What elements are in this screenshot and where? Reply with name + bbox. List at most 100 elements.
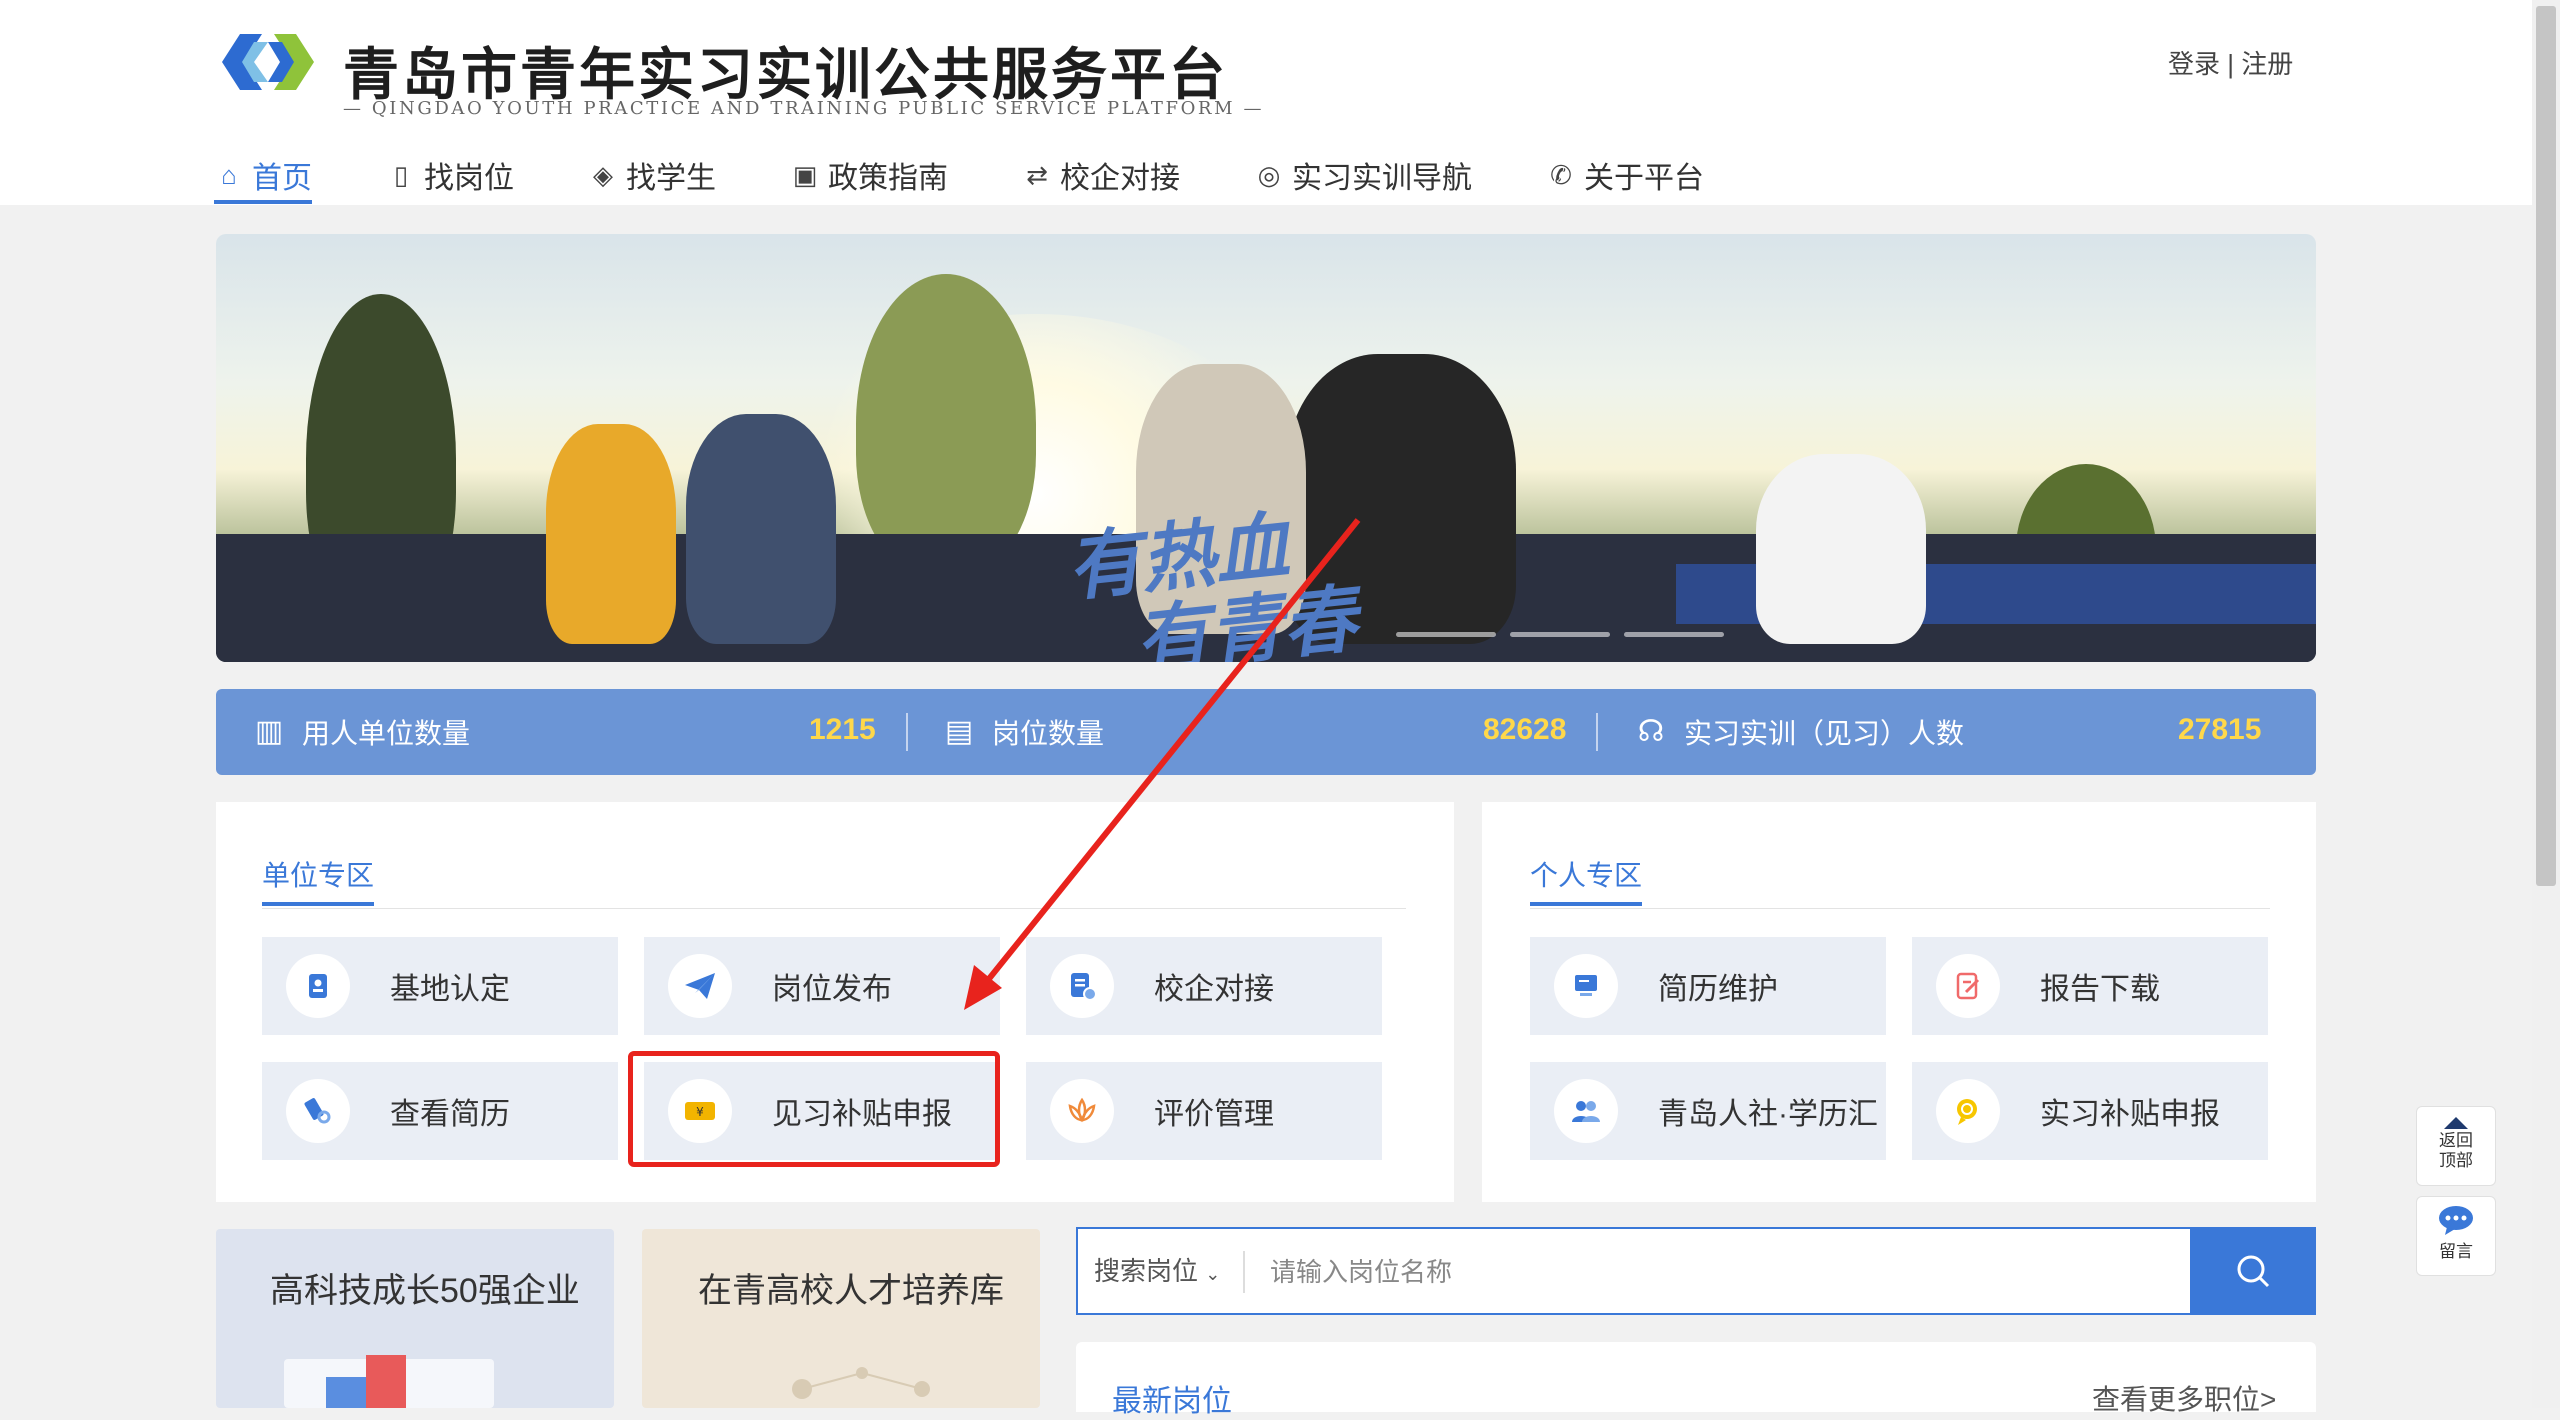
stat-interns-value: 27815: [2178, 713, 2262, 746]
policy-icon: ▣: [792, 160, 818, 190]
tile-label: 报告下载: [2040, 973, 2160, 1006]
card-title: 高科技成长50强企业: [270, 1272, 580, 1310]
tile-post-job[interactable]: 岗位发布: [644, 937, 1000, 1035]
nav-find-job[interactable]: ▯ 找岗位: [386, 150, 514, 200]
tile-label: 查看简历: [390, 1098, 510, 1131]
card-hightech-50[interactable]: 高科技成长50强企业: [216, 1229, 614, 1408]
carousel-indicators: [1396, 632, 1724, 637]
nav-about-label: 关于平台: [1584, 162, 1704, 195]
nav-home-label: 首页: [252, 162, 312, 195]
users-icon: [1554, 1079, 1618, 1143]
network-illustration: [792, 1367, 930, 1399]
back-to-top-button[interactable]: 返回 顶部: [2416, 1106, 2496, 1186]
nav-guide[interactable]: ◎ 实习实训导航: [1254, 150, 1472, 200]
nav-find-student-label: 找学生: [626, 162, 716, 195]
latest-jobs-panel: 最新岗位 查看更多职位>: [1076, 1342, 2316, 1418]
paper-plane-icon: [668, 954, 732, 1018]
stat-positions-value: 82628: [1483, 713, 1567, 746]
register-link[interactable]: 注册: [2241, 49, 2293, 79]
message-button[interactable]: 留言: [2416, 1196, 2496, 1276]
back-to-top-line2: 顶部: [2439, 1151, 2473, 1170]
tile-base-certification[interactable]: 基地认定: [262, 937, 618, 1035]
panel-divider: [1530, 908, 2270, 909]
job-icon: ▯: [393, 160, 409, 190]
nav-about[interactable]: ✆ 关于平台: [1546, 150, 1704, 200]
tile-label: 实习补贴申报: [2040, 1098, 2220, 1131]
child-blue: [686, 414, 836, 644]
carousel-dot[interactable]: [1396, 632, 1496, 637]
unit-zone-title[interactable]: 单位专区: [262, 854, 375, 906]
tile-resume-maintenance[interactable]: 简历维护: [1530, 937, 1886, 1035]
annotation-arrow: [964, 518, 1361, 1010]
badge-icon: [1936, 1079, 2000, 1143]
child-yellow: [546, 424, 676, 644]
auth-links: 登录 | 注册: [2168, 44, 2293, 81]
auth-separator: |: [2227, 49, 2235, 79]
tile-label: 基地认定: [390, 973, 510, 1006]
tile-label: 青岛人社·学历汇: [1658, 1098, 1878, 1131]
search-button[interactable]: [2190, 1227, 2316, 1315]
latest-jobs-title[interactable]: 最新岗位: [1112, 1376, 1232, 1420]
carousel-dot[interactable]: [1510, 632, 1610, 637]
id-card-icon: [286, 954, 350, 1018]
stat-divider: [906, 713, 908, 751]
platform-logo[interactable]: [216, 28, 320, 96]
search-type-label: 搜索岗位: [1094, 1256, 1199, 1286]
stat-employers: ▥ 用人单位数量: [252, 689, 470, 775]
building-icon: ▥: [254, 715, 284, 748]
personal-zone-panel: 个人专区 简历维护 报告下载 青岛人社·学历汇 实习补贴申报: [1482, 802, 2316, 1202]
job-search-bar: 搜索岗位 ⌄: [1076, 1227, 2316, 1315]
tile-evaluation[interactable]: 评价管理: [1026, 1062, 1382, 1160]
edit-document-icon: [1936, 954, 2000, 1018]
main-nav: ⌂ 首页 ▯ 找岗位 ◈ 找学生 ▣ 政策指南 ⇄ 校企对接 ◎ 实习实训导航 ✆ 关于平台: [214, 150, 1778, 205]
compass-icon: ◎: [1257, 160, 1281, 190]
tile-label: 岗位发布: [772, 973, 892, 1006]
nav-school-enterprise[interactable]: ⇄ 校企对接: [1022, 150, 1180, 200]
search-type-select[interactable]: 搜索岗位 ⌄: [1094, 1229, 1220, 1313]
site-subtitle: — QINGDAO YOUTH PRACTICE AND TRAINING PU…: [343, 98, 1265, 119]
nav-policy-label: 政策指南: [828, 162, 948, 195]
card-title: 在青高校人才培养库: [698, 1272, 1004, 1310]
nav-guide-label: 实习实训导航: [1292, 162, 1472, 195]
people-icon: ☊: [1637, 715, 1665, 748]
stat-interns: ☊ 实习实训（见习）人数: [1634, 689, 1964, 775]
personal-zone-title[interactable]: 个人专区: [1530, 854, 1643, 906]
carousel-dot[interactable]: [1624, 632, 1724, 637]
card-illustration-block: [366, 1355, 406, 1408]
search-divider: [1243, 1251, 1245, 1293]
nav-find-student[interactable]: ◈ 找学生: [588, 150, 716, 200]
nav-school-enterprise-label: 校企对接: [1060, 162, 1180, 195]
stat-divider: [1596, 713, 1598, 751]
resume-icon: [286, 1079, 350, 1143]
search-input[interactable]: [1268, 1247, 2252, 1297]
computer-icon: [1554, 954, 1618, 1018]
stat-employers-label: 用人单位数量: [302, 718, 471, 749]
tile-label: 评价管理: [1154, 1098, 1274, 1131]
nav-home[interactable]: ⌂ 首页: [214, 150, 312, 204]
arrow-up-icon: [2444, 1117, 2468, 1129]
handshake-icon: ⇄: [1026, 160, 1048, 190]
back-to-top-line1: 返回: [2439, 1131, 2473, 1150]
search-icon: [2237, 1255, 2270, 1288]
tile-education-hub[interactable]: 青岛人社·学历汇: [1530, 1062, 1886, 1160]
stat-employers-value: 1215: [809, 713, 876, 746]
nav-policy[interactable]: ▣ 政策指南: [790, 150, 948, 200]
card-talent-pool[interactable]: 在青高校人才培养库: [642, 1229, 1040, 1408]
tile-view-resume[interactable]: 查看简历: [262, 1062, 618, 1160]
chat-icon: [2439, 1206, 2473, 1235]
lotus-icon: [1050, 1079, 1114, 1143]
login-link[interactable]: 登录: [2168, 49, 2220, 79]
graduation-cap-icon: ◈: [593, 160, 613, 190]
tile-label: 简历维护: [1658, 973, 1778, 1006]
home-icon: ⌂: [221, 160, 237, 190]
card-illustration-block: [326, 1377, 366, 1408]
tile-intern-subsidy[interactable]: 实习补贴申报: [1912, 1062, 2268, 1160]
highlight-box: [628, 1051, 1000, 1167]
phone-icon: ✆: [1550, 160, 1572, 190]
stat-interns-label: 实习实训（见习）人数: [1684, 718, 1965, 749]
message-label: 留言: [2439, 1242, 2473, 1261]
tile-report-download[interactable]: 报告下载: [1912, 937, 2268, 1035]
more-jobs-link[interactable]: 查看更多职位>: [2092, 1378, 2276, 1418]
child-white: [1756, 454, 1926, 644]
scrollbar-thumb[interactable]: [2536, 6, 2556, 886]
